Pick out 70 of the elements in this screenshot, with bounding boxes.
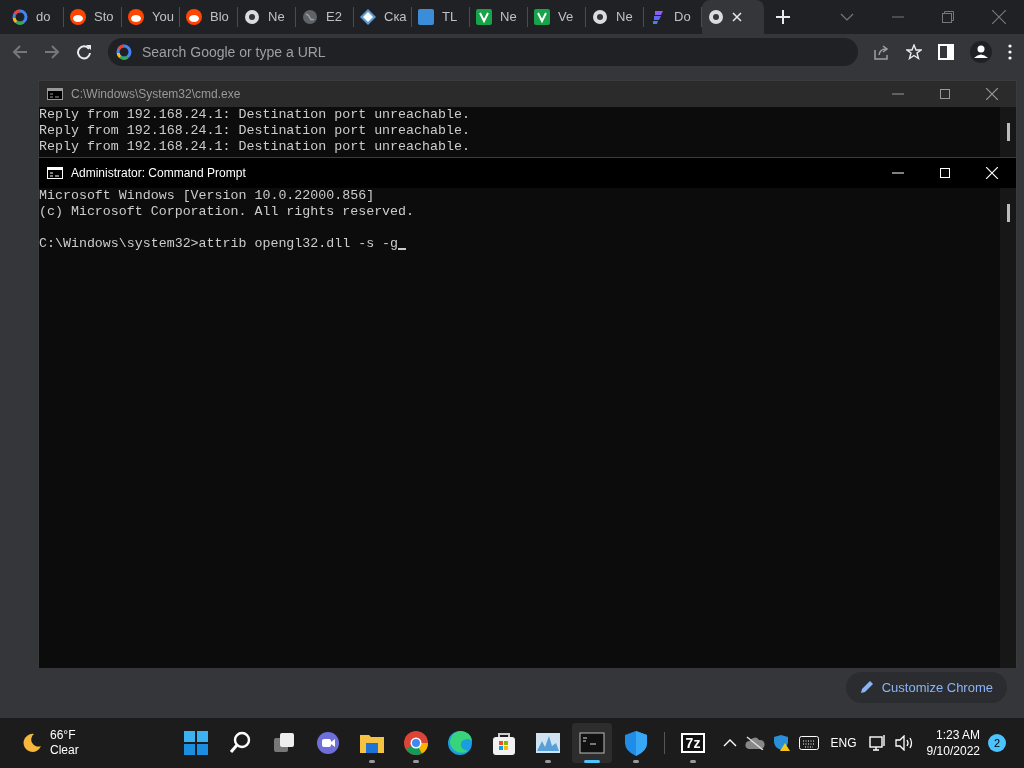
weather-widget[interactable]: 66°F Clear bbox=[22, 728, 172, 758]
side-panel-icon[interactable] bbox=[938, 44, 954, 60]
forward-icon[interactable] bbox=[44, 44, 60, 60]
browser-tab[interactable]: TL bbox=[412, 7, 470, 27]
browser-tab[interactable]: Ne bbox=[470, 7, 528, 27]
chevron-down-icon[interactable] bbox=[840, 13, 854, 21]
browser-tab[interactable]: do bbox=[6, 7, 64, 27]
v-tile-icon bbox=[534, 9, 550, 25]
temperature-label: 66°F bbox=[50, 728, 77, 743]
clock[interactable]: 1:23 AM 9/10/2022 bbox=[926, 727, 980, 759]
star-icon[interactable] bbox=[906, 44, 922, 60]
window-title: Administrator: Command Prompt bbox=[71, 165, 246, 182]
taskbar-app[interactable] bbox=[572, 723, 612, 763]
menu-icon[interactable] bbox=[1008, 44, 1012, 60]
notification-badge[interactable]: 2 bbox=[988, 734, 1006, 752]
reload-icon[interactable] bbox=[76, 44, 92, 60]
console-output-line: Reply from 192.168.24.1: Destination port unreachable. bbox=[39, 139, 471, 155]
language-indicator[interactable]: ENG bbox=[830, 734, 857, 752]
taskbar-app[interactable]: 7z bbox=[673, 723, 713, 763]
plus-icon[interactable] bbox=[776, 10, 790, 24]
speaker-icon[interactable] bbox=[894, 735, 915, 751]
tile-icon bbox=[418, 9, 434, 25]
text-cursor bbox=[398, 248, 407, 250]
weather-condition: Clear bbox=[50, 743, 79, 758]
network-icon[interactable] bbox=[868, 734, 887, 752]
back-icon[interactable] bbox=[12, 44, 28, 60]
clock-date: 9/10/2022 bbox=[926, 743, 980, 759]
browser-tab[interactable]: Ска bbox=[354, 7, 412, 27]
google-icon bbox=[12, 9, 28, 25]
diamond-icon bbox=[360, 9, 376, 25]
console-icon bbox=[47, 167, 63, 179]
console-window[interactable]: Administrator: Command Prompt Microsoft Windows [Version 10.0.22000.856] (c) Microsoft Corporation. All rights reserved. C:\Windows\system32>attrib opengl32.dll -s -g bbox=[38, 157, 1017, 667]
profile-icon[interactable] bbox=[970, 41, 992, 63]
security-warning-icon[interactable] bbox=[772, 734, 791, 752]
google-icon bbox=[116, 44, 132, 60]
console-output-line: (c) Microsoft Corporation. All rights reserved. bbox=[39, 204, 416, 220]
browser-tab[interactable]: Ne bbox=[238, 7, 296, 27]
shield-icon bbox=[622, 729, 650, 757]
console-output-line: Reply from 192.168.24.1: Destination port unreachable. bbox=[39, 107, 471, 123]
chat-icon bbox=[314, 729, 342, 757]
clock-time: 1:23 AM bbox=[934, 727, 980, 743]
command-line: C:\Windows\system32>attrib opengl32.dll -s -g bbox=[39, 236, 399, 252]
pencil-icon bbox=[859, 680, 874, 695]
start-icon bbox=[182, 729, 210, 757]
globe-icon bbox=[302, 9, 318, 25]
console-icon bbox=[578, 729, 606, 757]
browser-tab[interactable]: E2 bbox=[296, 7, 354, 27]
cloud-off-icon[interactable] bbox=[744, 736, 765, 750]
v-tile-icon bbox=[476, 9, 492, 25]
console-output-line: Reply from 192.168.24.1: Destination port unreachable. bbox=[39, 123, 471, 139]
browser-tab[interactable]: Blo bbox=[180, 7, 238, 27]
chevron-up-icon[interactable] bbox=[722, 739, 737, 747]
window-title: C:\Windows\System32\cmd.exe bbox=[71, 86, 241, 103]
restore-icon[interactable] bbox=[942, 11, 954, 23]
console-icon bbox=[47, 88, 63, 100]
browser-tab[interactable]: Ve bbox=[528, 7, 586, 27]
address-bar[interactable]: Search Google or type a URL bbox=[108, 38, 858, 66]
console-window[interactable]: C:\Windows\System32\cmd.exe Reply from 192.168.24.1: Destination port unreachable. Reply from 192.168.24.1: Destination port unreachable. Reply from 192.168.24.1: Destination port unreachable. bbox=[38, 80, 1017, 160]
scrollbar[interactable] bbox=[1000, 188, 1016, 668]
browser-tab[interactable]: Sto bbox=[64, 7, 122, 27]
moon-icon bbox=[22, 733, 42, 753]
customize-chrome-button[interactable]: Customize Chrome bbox=[845, 671, 1007, 703]
console-output-line: Microsoft Windows [Version 10.0.22000.856] bbox=[39, 188, 376, 204]
browser-tab[interactable]: You bbox=[122, 7, 180, 27]
keyboard-icon[interactable] bbox=[798, 736, 819, 750]
browser-tab[interactable]: Ne bbox=[586, 7, 644, 27]
browser-tab[interactable] bbox=[702, 0, 764, 34]
share-icon[interactable] bbox=[874, 44, 890, 60]
edge-icon bbox=[446, 729, 474, 757]
stack-icon bbox=[650, 9, 666, 25]
